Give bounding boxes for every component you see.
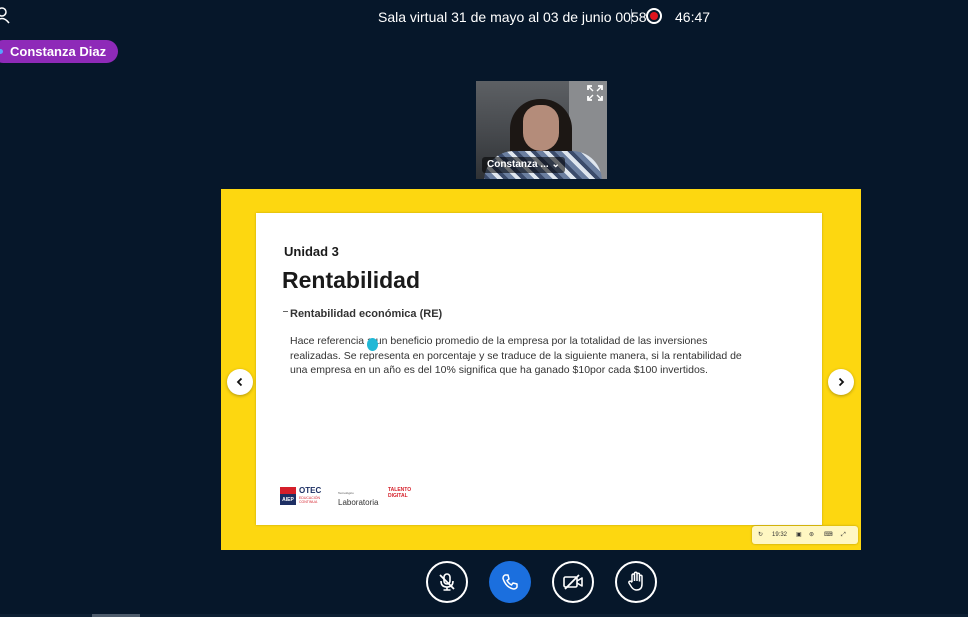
minimize-icon[interactable]: ⤢	[841, 529, 846, 541]
chevron-right-icon	[838, 377, 845, 387]
chevron-down-icon[interactable]: ⌄	[551, 159, 559, 170]
refresh-icon[interactable]: ↻	[758, 529, 763, 541]
slide-body: Hace referencia a un beneficio promedio …	[290, 335, 742, 376]
talento-digital-logo: TALENTO DIGITAL	[388, 487, 412, 499]
slide-subtitle: Rentabilidad económica (RE)	[290, 308, 443, 320]
previous-slide-button[interactable]	[227, 369, 253, 395]
phone-icon	[502, 574, 518, 590]
mute-button[interactable]	[426, 561, 468, 603]
fullscreen-icon[interactable]	[587, 85, 603, 101]
room-title: Sala virtual 31 de mayo al 03 de junio 0…	[378, 9, 647, 25]
chevron-left-icon	[236, 377, 243, 387]
screen-icon[interactable]: ▣	[796, 529, 802, 541]
leave-call-button[interactable]	[489, 561, 531, 603]
otec-logo: OTEC	[299, 486, 322, 495]
webcam-face	[523, 105, 559, 151]
slide: Unidad 3 Rentabilidad Rentabilidad econó…	[256, 213, 822, 525]
pointer-cursor-icon	[367, 338, 378, 351]
mic-off-icon	[439, 573, 455, 591]
aiep-logo: AIEP	[280, 487, 296, 505]
laboratoria-logo: Laboratoria	[338, 498, 379, 507]
recording-icon[interactable]	[646, 8, 662, 24]
webcam-tile[interactable]: Constanza ... ⌄	[476, 81, 607, 179]
presentation-area: Unidad 3 Rentabilidad Rentabilidad econó…	[221, 189, 861, 550]
presenter-dot-icon	[0, 49, 3, 54]
next-slide-button[interactable]	[828, 369, 854, 395]
hand-icon	[628, 571, 643, 591]
slide-title: Rentabilidad	[282, 267, 421, 293]
bullet-dash	[283, 311, 288, 312]
raise-hand-button[interactable]	[615, 561, 657, 603]
video-off-icon	[563, 574, 583, 590]
presenter-badge: Constanza Diaz	[0, 40, 119, 63]
presenter-name: Constanza Diaz	[10, 44, 107, 59]
laboratoria-pretext: Tecnológico	[338, 491, 354, 495]
otec-subtitle: EDUCACIÓN CONTINUA	[299, 496, 321, 504]
slide-unit: Unidad 3	[284, 244, 339, 259]
toolbar-time: 19:32	[772, 532, 788, 538]
webcam-label[interactable]: Constanza ... ⌄	[482, 157, 565, 173]
video-toggle-button[interactable]	[552, 561, 594, 603]
signal-icon[interactable]: ⊛	[809, 529, 814, 541]
divider	[631, 9, 632, 24]
slide-toolbar: ↻ 19:32 ▣ ⊛ ⌨ ⤢	[752, 526, 858, 544]
user-icon[interactable]	[0, 6, 10, 24]
webcam-name: Constanza ...	[487, 159, 549, 170]
recording-timer: 46:47	[675, 9, 711, 25]
keyboard-icon[interactable]: ⌨	[824, 529, 833, 541]
